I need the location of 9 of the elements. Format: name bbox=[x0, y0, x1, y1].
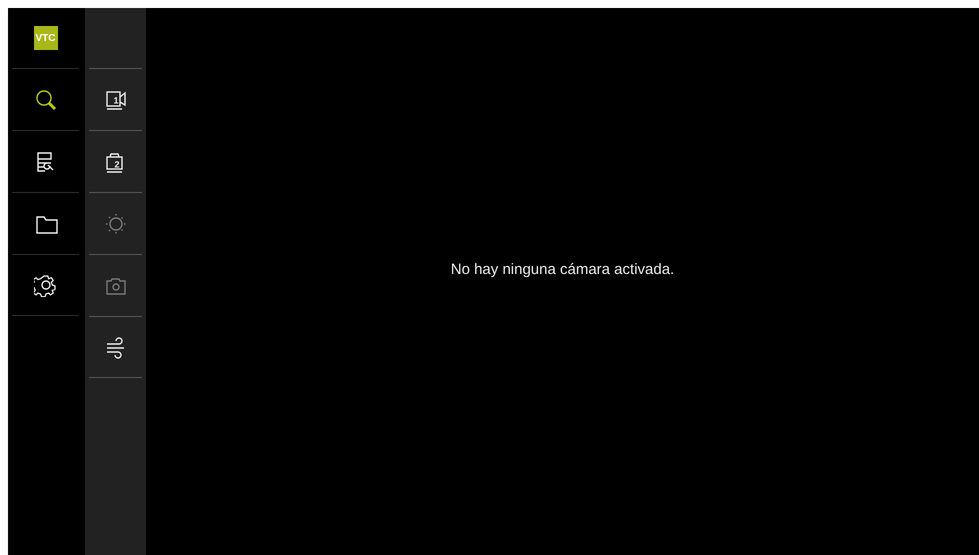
tool-button[interactable]: 1 bbox=[89, 68, 142, 130]
sun-icon bbox=[104, 212, 128, 236]
status-message: No hay ninguna cámara activada. bbox=[450, 261, 674, 278]
nav-button[interactable] bbox=[12, 254, 79, 316]
search-icon bbox=[34, 88, 58, 112]
tool-button[interactable] bbox=[89, 316, 142, 378]
tool-button[interactable]: 2 bbox=[89, 130, 142, 192]
gear-icon bbox=[34, 273, 58, 297]
logo: VTC bbox=[34, 26, 58, 50]
